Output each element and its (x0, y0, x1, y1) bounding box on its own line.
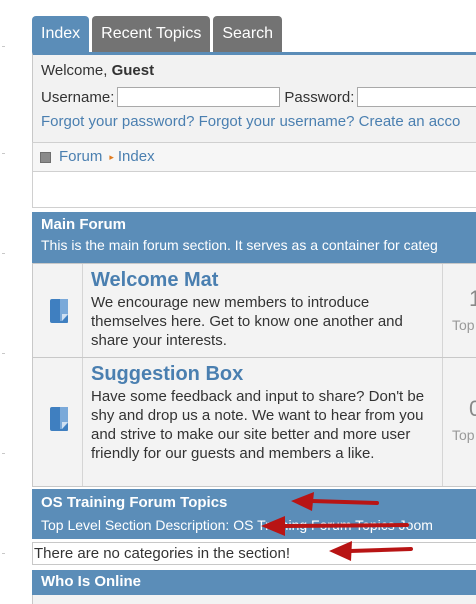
tab-search[interactable]: Search (213, 16, 283, 52)
tab-index[interactable]: Index (32, 16, 90, 52)
breadcrumb-separator-icon: ▸ (109, 152, 114, 162)
red-arrow-icon (291, 492, 379, 511)
forum-row-suggestion-box: Suggestion Box Have some feedback and in… (32, 358, 476, 487)
breadcrumb-forum[interactable]: Forum (59, 143, 102, 171)
forum-description: We encourage new members to introduce th… (91, 294, 403, 349)
section-description: This is the main forum section. It serve… (41, 237, 438, 253)
folder-icon (50, 407, 68, 431)
forum-title-welcome-mat[interactable]: Welcome Mat (91, 268, 442, 293)
red-arrow-icon (329, 541, 413, 561)
tab-recent-topics[interactable]: Recent Topics (92, 16, 211, 52)
margin-dot (2, 253, 5, 254)
breadcrumb-index[interactable]: Index (118, 143, 155, 171)
margin-dot (2, 153, 5, 154)
account-links: Forgot your password? Forgot your userna… (41, 113, 476, 130)
forum-title-suggestion-box[interactable]: Suggestion Box (91, 362, 442, 387)
section-title[interactable]: OS Training Forum Topics (41, 494, 476, 511)
folder-icon (50, 299, 68, 323)
forum-icon-cell (33, 264, 83, 357)
login-panel: Welcome, Guest Username: Password: Forgo… (32, 52, 476, 142)
breadcrumb: Forum ▸ Index (32, 142, 476, 172)
login-form: Username: Password: (41, 87, 476, 107)
section-header-main-forum: Main Forum This is the main forum sectio… (32, 212, 476, 263)
square-icon (40, 151, 51, 163)
who-is-online-body (32, 595, 476, 604)
forum-icon-cell (33, 358, 83, 486)
margin-dot (2, 453, 5, 454)
margin-dot (2, 553, 5, 554)
topic-count: 0 (469, 396, 476, 421)
forum-tabs: Index Recent Topics Search (32, 16, 285, 52)
welcome-message: Welcome, Guest (41, 62, 476, 79)
section-header-who-is-online: Who Is Online (32, 570, 476, 595)
password-input[interactable] (357, 87, 476, 107)
forgot-username-link[interactable]: Forgot your username? (199, 113, 355, 130)
red-arrow-icon (261, 516, 409, 536)
username-label: Username: (41, 88, 115, 106)
forum-stats: 1 Top (443, 264, 476, 357)
forum-row-welcome-mat: Welcome Mat We encourage new members to … (32, 263, 476, 358)
section-title[interactable]: Main Forum (41, 216, 476, 233)
topic-count-label: Top (452, 427, 475, 443)
password-label: Password: (284, 88, 355, 106)
margin-dot (2, 353, 5, 354)
welcome-prefix: Welcome, (41, 62, 112, 79)
welcome-username: Guest (111, 62, 155, 79)
announcement-area (32, 172, 476, 208)
username-input[interactable] (117, 87, 281, 107)
forum-description: Have some feedback and input to share? D… (91, 388, 425, 462)
forgot-password-link[interactable]: Forgot your password? (41, 113, 194, 130)
create-account-link[interactable]: Create an acco (359, 113, 461, 130)
topic-count-label: Top (452, 317, 475, 333)
forum-stats: 0 Top (443, 358, 476, 486)
margin-dot (2, 46, 5, 47)
topic-count: 1 (469, 286, 476, 311)
forum-info: Welcome Mat We encourage new members to … (83, 264, 443, 357)
forum-info: Suggestion Box Have some feedback and in… (83, 358, 443, 486)
section-title: Who Is Online (41, 573, 141, 590)
